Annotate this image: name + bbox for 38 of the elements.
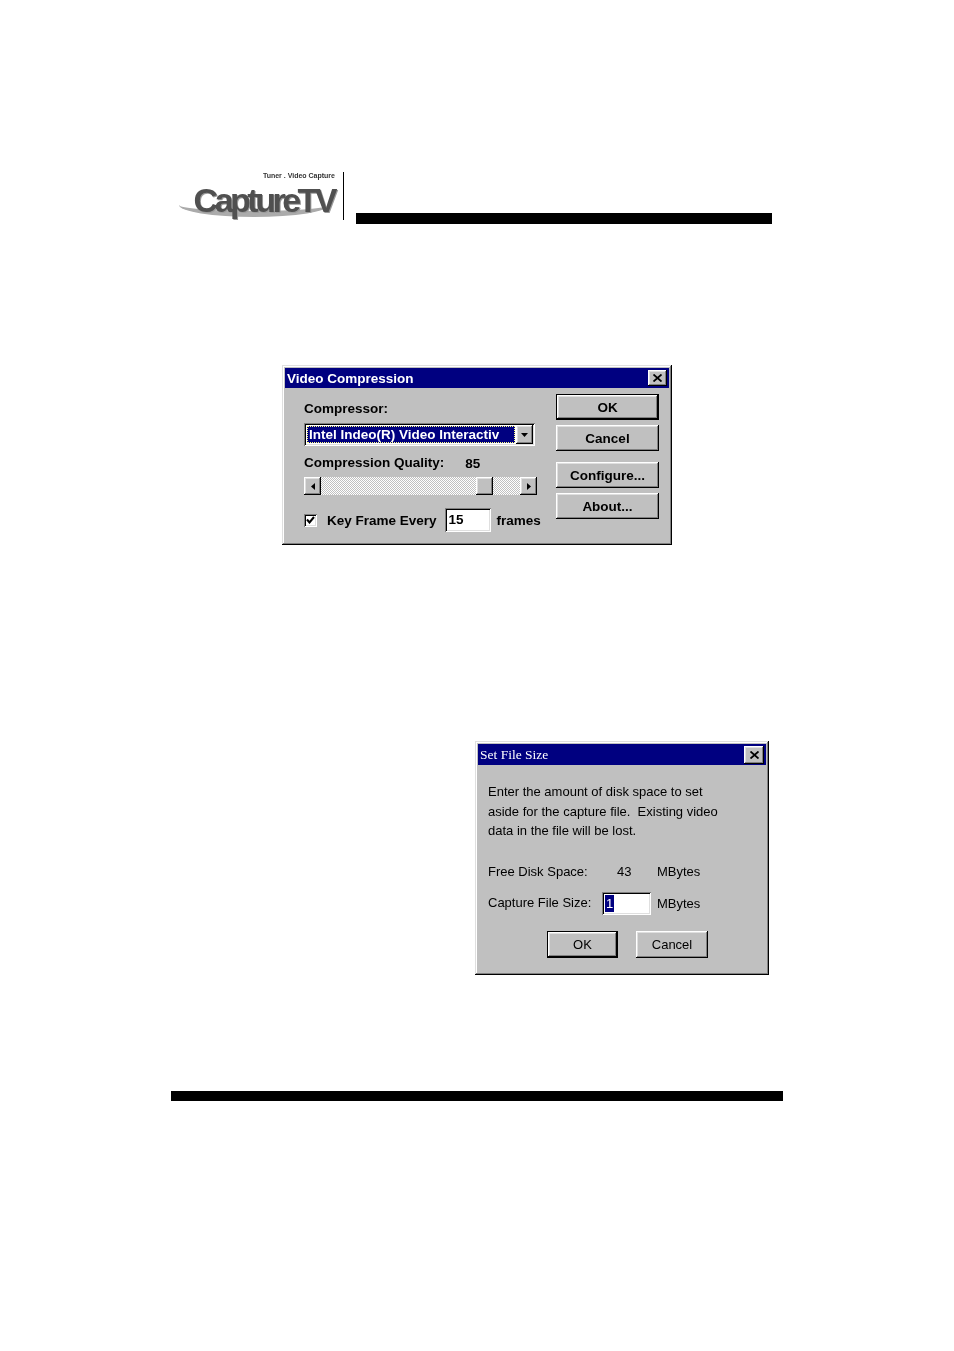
unit-label: MBytes — [657, 895, 701, 911]
compressor-dropdown[interactable]: Intel Indeo(R) Video Interactiv — [304, 423, 535, 446]
dialog-button[interactable]: Configure... — [556, 462, 659, 488]
dialog-button[interactable]: Cancel — [556, 425, 659, 451]
field-label: Capture File Size: — [488, 894, 593, 912]
readout-value: 43 — [616, 862, 632, 881]
dialog-button[interactable]: Cancel — [636, 930, 708, 958]
close-icon — [653, 374, 662, 382]
quality-label: Compression Quality: — [304, 455, 445, 470]
dialog-title: Set File Size — [480, 746, 549, 763]
unit-label: MBytes — [657, 864, 701, 879]
caret-icon — [521, 432, 528, 437]
size-input[interactable]: 1 — [602, 891, 651, 915]
check-icon — [306, 516, 315, 524]
close-button[interactable] — [648, 370, 667, 386]
dialog-title: Video Compression — [287, 370, 414, 386]
unit-label: frames — [496, 512, 541, 528]
right-arrow-icon — [526, 482, 531, 490]
scroll-left-button[interactable] — [304, 477, 321, 495]
dialog-button[interactable]: About... — [556, 493, 659, 519]
left-arrow-icon — [310, 482, 315, 490]
message-text: Enter the amount of disk space to set aside for the capture file. Existing video data in the file will be lost. — [488, 783, 718, 840]
key-frame-label: Key Frame Every — [327, 512, 437, 528]
input-value: 1 — [605, 894, 615, 912]
close-button[interactable] — [744, 745, 764, 764]
close-icon — [749, 750, 759, 759]
dropdown-value: Intel Indeo(R) Video Interactiv — [307, 426, 515, 443]
dialog-button[interactable]: OK — [547, 930, 618, 958]
dialog-button[interactable]: OK — [556, 394, 659, 420]
quality-reading: 85 — [465, 455, 481, 472]
field-label: Free Disk Space: — [488, 862, 589, 881]
scroll-right-button[interactable] — [520, 477, 537, 495]
compressor-label: Compressor: — [304, 401, 389, 416]
logo-wordmark: CaptureTV — [178, 180, 340, 220]
slider-thumb[interactable] — [475, 477, 493, 495]
checkbox[interactable] — [304, 513, 317, 527]
dropdown-button[interactable] — [516, 425, 533, 444]
text-input[interactable]: 15 — [444, 508, 491, 532]
